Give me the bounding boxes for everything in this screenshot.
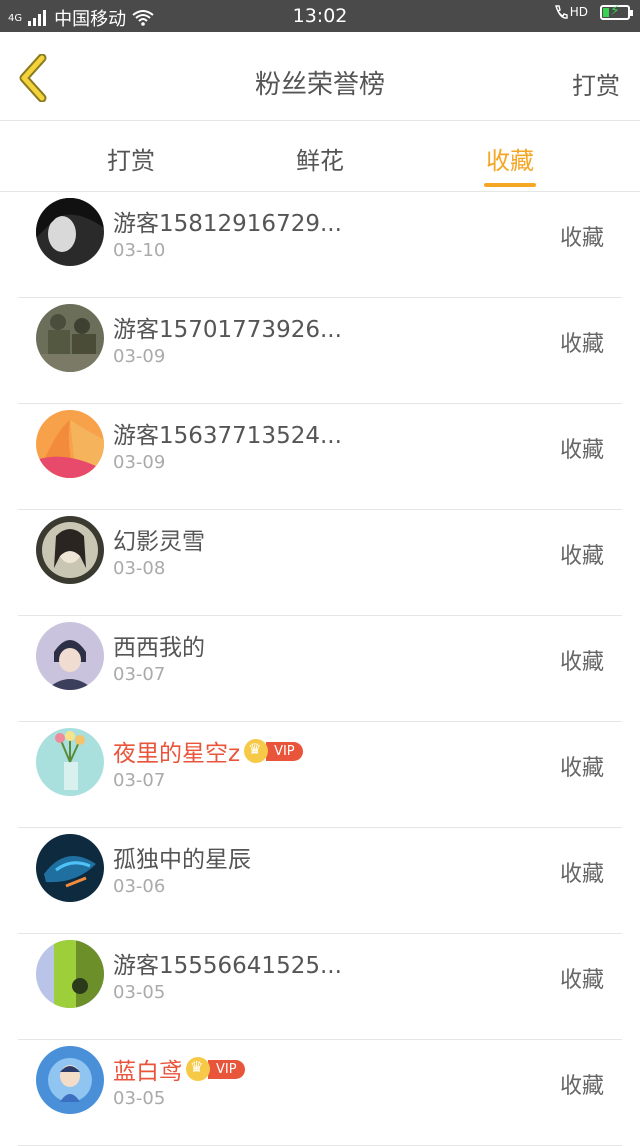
crown-icon	[186, 1057, 210, 1081]
user-name: 孤独中的星辰	[113, 847, 251, 873]
action-label: 收藏	[559, 756, 604, 781]
avatar	[36, 516, 104, 584]
status-right: HD ⚡	[554, 3, 633, 20]
user-name: 幻影灵雪	[113, 529, 205, 555]
tab-reward[interactable]: 打赏	[71, 141, 191, 176]
list-item[interactable]: 蓝白鸢 VIP 03-05 收藏	[18, 1040, 622, 1146]
hd-call-icon: HD	[554, 4, 588, 20]
date: 03-10	[113, 240, 166, 261]
date: 03-07	[113, 664, 166, 685]
tab-flowers[interactable]: 鲜花	[260, 141, 380, 176]
date: 03-08	[113, 558, 166, 579]
avatar	[36, 834, 104, 902]
fan-list: 游客15812916729... 03-10 收藏 游客15701773926.…	[18, 192, 622, 1146]
hd-label: HD	[569, 5, 588, 19]
user-name: 游客15556641525...	[113, 953, 342, 979]
vip-badge: VIP	[208, 1059, 245, 1079]
avatar	[36, 304, 104, 372]
list-item[interactable]: 幻影灵雪 03-08 收藏	[18, 510, 622, 616]
clock: 13:02	[292, 5, 348, 27]
vip-badge: VIP	[266, 741, 303, 761]
user-name-text: 蓝白鸢	[113, 1059, 182, 1085]
avatar	[36, 940, 104, 1008]
avatar	[36, 622, 104, 690]
user-name: 蓝白鸢 VIP	[113, 1052, 245, 1086]
avatar	[36, 728, 104, 796]
avatar	[36, 198, 104, 266]
user-name: 游客15812916729...	[113, 211, 342, 237]
action-label: 收藏	[559, 226, 604, 251]
date: 03-05	[113, 982, 166, 1003]
user-name: 夜里的星空z VIP	[113, 734, 303, 768]
action-label: 收藏	[559, 438, 604, 463]
tab-favorites[interactable]: 收藏	[450, 141, 570, 176]
battery-icon: ⚡	[600, 3, 633, 20]
active-tab-indicator	[484, 183, 536, 187]
date: 03-05	[113, 1088, 166, 1109]
action-label: 收藏	[559, 544, 604, 569]
action-label: 收藏	[559, 968, 604, 993]
list-item[interactable]: 西西我的 03-07 收藏	[18, 616, 622, 722]
date: 03-07	[113, 770, 166, 791]
list-item[interactable]: 夜里的星空z VIP 03-07 收藏	[18, 722, 622, 828]
page-title: 粉丝荣誉榜	[254, 70, 385, 100]
user-name-text: 夜里的星空z	[113, 741, 241, 767]
user-name: 游客15637713524...	[113, 423, 342, 449]
avatar	[36, 410, 104, 478]
crown-icon	[244, 739, 269, 763]
user-name: 西西我的	[113, 635, 205, 661]
date: 03-09	[113, 346, 166, 367]
user-name: 游客15701773926...	[113, 317, 342, 343]
avatar	[36, 1046, 104, 1114]
list-item[interactable]: 游客15637713524... 03-09 收藏	[18, 404, 622, 510]
list-item[interactable]: 游客15701773926... 03-09 收藏	[18, 298, 622, 404]
nav-bar: 粉丝荣誉榜 打赏	[0, 32, 640, 121]
action-label: 收藏	[559, 650, 604, 675]
reward-button[interactable]: 打赏	[572, 66, 620, 101]
list-item[interactable]: 游客15812916729... 03-10 收藏	[18, 192, 622, 298]
list-item[interactable]: 游客15556641525... 03-05 收藏	[18, 934, 622, 1040]
tab-bar: 打赏 鲜花 收藏	[0, 121, 640, 192]
action-label: 收藏	[559, 1074, 604, 1099]
action-label: 收藏	[559, 862, 604, 887]
date: 03-09	[113, 452, 166, 473]
action-label: 收藏	[559, 332, 604, 357]
status-bar: 4G 中国移动 13:02 HD ⚡	[0, 0, 640, 32]
date: 03-06	[113, 876, 166, 897]
list-item[interactable]: 孤独中的星辰 03-06 收藏	[18, 828, 622, 934]
